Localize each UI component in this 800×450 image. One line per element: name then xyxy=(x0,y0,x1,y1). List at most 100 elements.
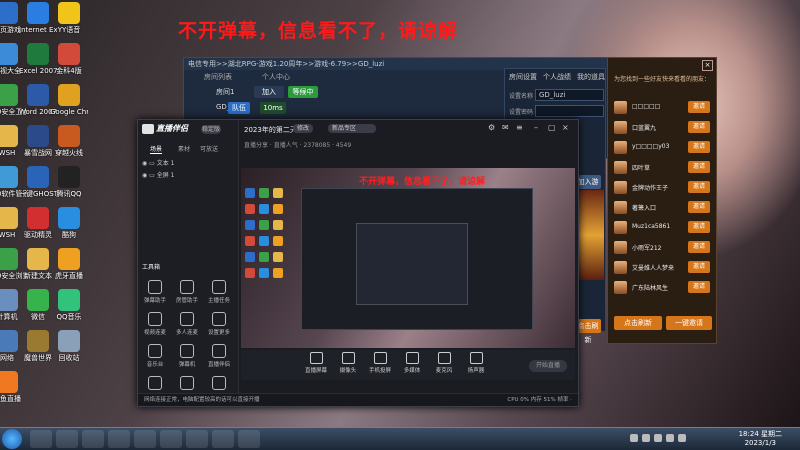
friend-row[interactable]: 著箫入口 邀请 xyxy=(614,200,712,215)
computer-icon xyxy=(0,289,18,311)
desktop-icon[interactable]: 穿越火线 xyxy=(50,125,88,157)
friend-invite-panel[interactable]: × 为您找到一些好友快来看看的朋友： □□□□□ 邀请 口蓝翼九 邀请 y□□□□y03… xyxy=(607,57,717,344)
tab-record[interactable]: 个人战绩 xyxy=(543,72,571,82)
tool-button[interactable]: 弹幕助手 xyxy=(140,280,170,304)
tab-broadcast[interactable]: 可放送 xyxy=(200,144,218,153)
network-icon[interactable] xyxy=(666,434,674,442)
maximize-icon[interactable]: ▢ xyxy=(548,123,556,132)
source-button[interactable]: 麦克风 xyxy=(429,352,459,374)
category-selector[interactable]: 新品专区 xyxy=(328,124,376,133)
source-item-text[interactable]: ◉ ▭ 文本 1 xyxy=(142,158,174,167)
refresh-friends-button[interactable]: 点击刷新 xyxy=(614,316,662,330)
tray-icon[interactable] xyxy=(678,434,686,442)
taskbar-app-icon[interactable] xyxy=(160,430,182,448)
taskbar-app-icon[interactable] xyxy=(238,430,260,448)
desktop-icon[interactable]: 斗鱼直播 xyxy=(0,371,26,403)
chrome-icon xyxy=(58,84,80,106)
source-item-fullscreen[interactable]: ◉ ▭ 全屏 1 xyxy=(142,170,174,179)
friend-row[interactable]: 小雨军212 邀请 xyxy=(614,240,712,255)
desktop-icon[interactable]: 金科4版 xyxy=(50,43,88,75)
taskbar-app-icon[interactable] xyxy=(108,430,130,448)
tab-assets[interactable]: 素材 xyxy=(178,144,190,153)
friend-row[interactable]: □□□□□ 邀请 xyxy=(614,100,712,115)
qq-icon xyxy=(58,166,80,188)
tool-button[interactable]: 直播伴侣 xyxy=(204,344,234,368)
tool-button[interactable]: 视频连麦 xyxy=(140,312,170,336)
volume-icon[interactable] xyxy=(654,434,662,442)
start-button[interactable] xyxy=(2,429,22,449)
room-row[interactable]: 房间1 加入 等候中 xyxy=(188,85,488,99)
friend-row[interactable]: 四叶草 邀请 xyxy=(614,160,712,175)
tab-items[interactable]: 我的道具 xyxy=(577,72,605,82)
menu-icon[interactable]: ≡ xyxy=(516,123,523,132)
tab-personal[interactable]: 个人中心 xyxy=(262,72,290,82)
taskbar-app-icon[interactable] xyxy=(212,430,234,448)
source-button[interactable]: 多媒体 xyxy=(397,352,427,374)
source-button[interactable]: 直播屏幕 xyxy=(301,352,331,374)
close-icon[interactable]: × xyxy=(702,60,713,71)
tray-icon[interactable] xyxy=(630,434,638,442)
clock[interactable]: 18:24 星期二 2023/1/3 xyxy=(739,430,782,448)
invite-all-button[interactable]: 一键邀请 xyxy=(666,316,712,330)
join-button[interactable]: 加入 xyxy=(254,86,284,98)
friend-row[interactable]: y□□□□y03 邀请 xyxy=(614,140,712,155)
desktop-icon[interactable]: 回收站 xyxy=(50,330,88,362)
invite-button[interactable]: 邀请 xyxy=(688,261,710,273)
preview-recursive-window-inner xyxy=(356,223,468,305)
desktop-icon[interactable]: Google Chrome xyxy=(50,84,88,116)
invite-button[interactable]: 邀请 xyxy=(688,161,710,173)
tab-room-list[interactable]: 房间列表 xyxy=(204,72,232,82)
tool-button[interactable]: 房管助手 xyxy=(172,280,202,304)
invite-button[interactable]: 邀请 xyxy=(688,101,710,113)
minimize-icon[interactable]: – xyxy=(534,123,538,132)
room-name-field[interactable]: GD_luzi xyxy=(535,89,604,101)
invite-button[interactable]: 邀请 xyxy=(688,221,710,233)
tab-room-settings[interactable]: 房间设置 xyxy=(509,72,537,82)
tool-icon xyxy=(148,312,162,326)
invite-button[interactable]: 邀请 xyxy=(688,181,710,193)
invite-button[interactable]: 邀请 xyxy=(688,141,710,153)
desktop-icon[interactable]: YY语音 xyxy=(50,2,88,34)
tool-button[interactable]: 多人连麦 xyxy=(172,312,202,336)
desktop-icon[interactable]: QQ音乐 xyxy=(50,289,88,321)
room-row[interactable]: GD_luzi 队伍 10ms xyxy=(188,101,488,115)
source-button[interactable]: 扬声器 xyxy=(461,352,491,374)
tool-button[interactable]: 音乐台 xyxy=(140,344,170,368)
tool-icon xyxy=(212,344,226,358)
taskbar-app-icon[interactable] xyxy=(134,430,156,448)
desktop-icon[interactable]: 酷狗 xyxy=(50,207,88,239)
tool-button[interactable]: 弹幕机 xyxy=(172,344,202,368)
tool-button[interactable]: 设置更多 xyxy=(204,312,234,336)
settings-gear-icon[interactable]: ⚙ xyxy=(488,123,495,132)
desktop-icon[interactable]: 虎牙直播 xyxy=(50,248,88,280)
source-button-label: 麦克风 xyxy=(435,368,453,374)
friend-row[interactable]: 口蓝翼九 邀请 xyxy=(614,120,712,135)
taskbar-app-icon[interactable] xyxy=(82,430,104,448)
tool-button[interactable]: 主播任务 xyxy=(204,280,234,304)
app-brand: 直播伴侣 xyxy=(156,124,188,133)
invite-button[interactable]: 邀请 xyxy=(688,201,710,213)
room-password-field[interactable] xyxy=(535,105,604,117)
friend-row[interactable]: Muz1ca5861 邀请 xyxy=(614,220,712,235)
invite-button[interactable]: 邀请 xyxy=(688,241,710,253)
close-icon[interactable]: × xyxy=(562,123,569,132)
source-button[interactable]: 摄像头 xyxy=(333,352,363,374)
invite-button[interactable]: 邀请 xyxy=(688,281,710,293)
source-button[interactable]: 手机投屏 xyxy=(365,352,395,374)
preview-desktop-icon xyxy=(245,252,255,262)
tab-scene[interactable]: 场景 xyxy=(150,144,163,154)
live-companion-window[interactable]: 直播伴侣 稳定版 场景 素材 可放送 ◉ ▭ 文本 1 ◉ ▭ 全屏 1 工具箱… xyxy=(137,119,579,407)
friend-row[interactable]: 金牌动作王子 邀请 xyxy=(614,180,712,195)
taskbar-app-icon[interactable] xyxy=(56,430,78,448)
invite-button[interactable]: 邀请 xyxy=(688,121,710,133)
edit-title-button[interactable]: 修改 xyxy=(293,124,314,133)
taskbar-app-icon[interactable] xyxy=(30,430,52,448)
taskbar-app-icon[interactable] xyxy=(186,430,208,448)
notification-icon[interactable]: ✉ xyxy=(502,123,509,132)
tray-icon[interactable] xyxy=(642,434,650,442)
friend-row[interactable]: 艾曼维人人梦来 邀请 xyxy=(614,260,712,275)
friend-row[interactable]: 广东陆林风生 邀请 xyxy=(614,280,712,295)
stream-preview[interactable]: 不开弹幕，信息看不了，请谅解 xyxy=(241,168,575,348)
go-live-button[interactable]: 开始直播 xyxy=(529,360,567,372)
desktop-icon[interactable]: 腾讯QQ xyxy=(50,166,88,198)
